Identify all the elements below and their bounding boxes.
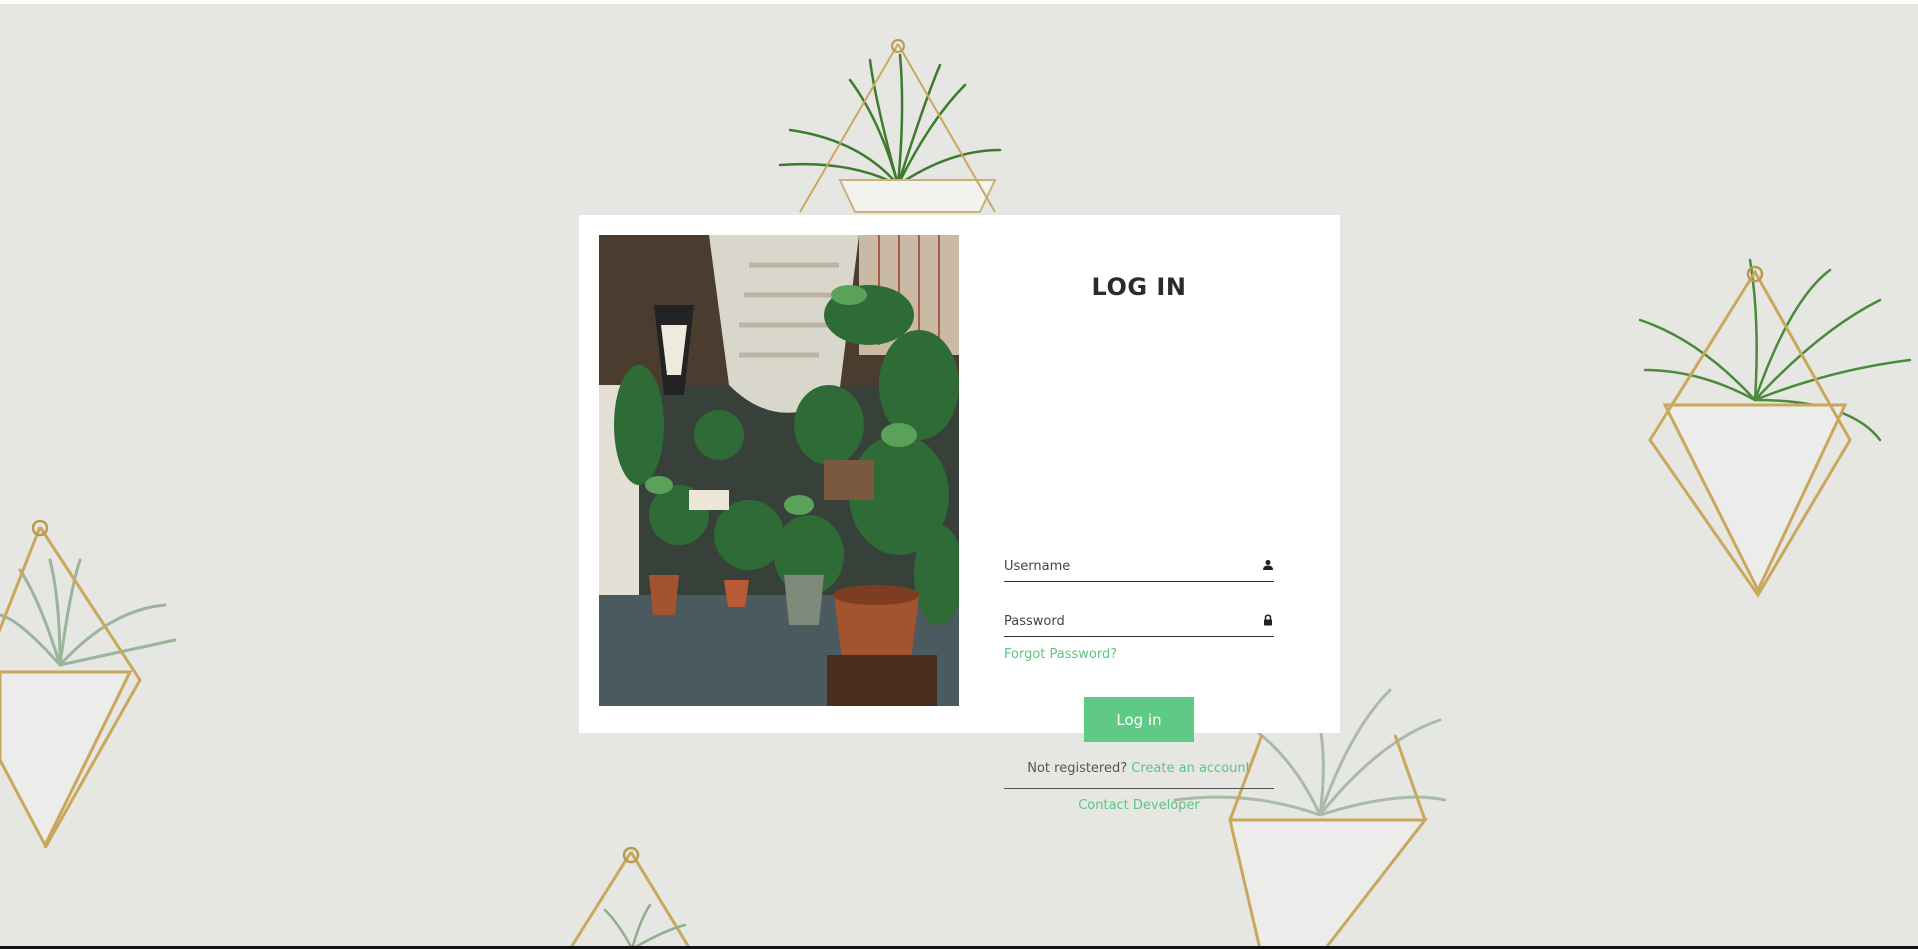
login-card: LOG IN Forgot Password? Log in Not regis… (579, 215, 1340, 813)
contact-developer-link[interactable]: Contact Developer (1004, 798, 1274, 813)
password-input[interactable] (1004, 610, 1244, 632)
login-button[interactable]: Log in (1084, 697, 1194, 742)
register-line: Not registered? Create an account (1004, 761, 1274, 789)
password-field-wrap (1004, 606, 1274, 637)
create-account-link[interactable]: Create an account (1131, 761, 1250, 776)
plant-shop-photo (599, 235, 959, 706)
username-input[interactable] (1004, 555, 1244, 577)
forgot-password-link[interactable]: Forgot Password? (1004, 647, 1117, 662)
lock-icon (1264, 614, 1272, 626)
page-title: LOG IN (1091, 273, 1187, 301)
username-field-wrap (1004, 551, 1274, 582)
login-form: LOG IN Forgot Password? Log in Not regis… (1004, 215, 1274, 813)
user-icon (1263, 560, 1273, 570)
top-edge (0, 0, 1918, 4)
not-registered-text: Not registered? (1027, 761, 1128, 776)
